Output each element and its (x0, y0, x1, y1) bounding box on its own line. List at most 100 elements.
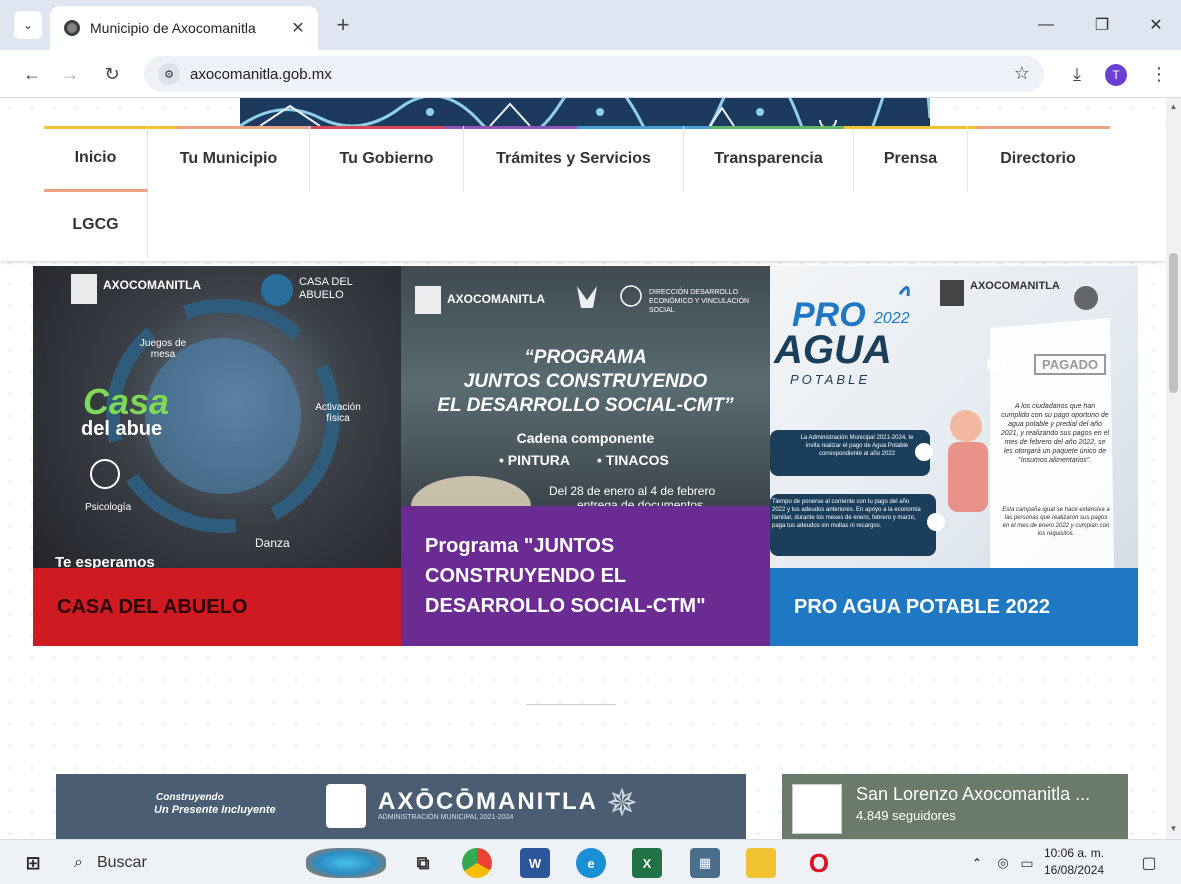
edge-icon[interactable]: e (576, 848, 606, 878)
nav-prensa[interactable]: Prensa (854, 126, 968, 192)
main-navbar: Inicio Tu Municipio Tu Gobierno Trámites… (0, 126, 1166, 261)
download-icon[interactable]: ⤓ (1063, 60, 1091, 88)
bullet-pintura: • PINTURA (499, 452, 571, 468)
poster-department: DIRECCIÓN DESARROLLO ECONÓMICO Y VINCULA… (649, 289, 750, 314)
url-text[interactable]: axocomanitla.gob.mx (190, 66, 332, 83)
close-tab-icon[interactable]: ✕ (288, 18, 308, 38)
kebab-menu-icon[interactable]: ⋮ (1145, 60, 1173, 88)
headline-line-1: “PROGRAMA (524, 347, 647, 368)
file-explorer-icon[interactable] (746, 848, 776, 878)
forward-icon[interactable]: → (56, 60, 84, 88)
nav-directorio[interactable]: Directorio (968, 126, 1108, 192)
card-caption[interactable]: Programa "JUNTOS CONSTRUYENDO EL DESARRO… (401, 506, 770, 646)
facebook-page-plugin[interactable]: San Lorenzo Axocomanitla ... 4.849 segui… (782, 774, 1128, 839)
card-juntos-construyendo[interactable]: AXOCOMANITLA DIRECCIÓN DESARROLLO ECONÓM… (401, 266, 770, 646)
municipal-banner[interactable]: Construyendo Un Presente Incluyente AXŌC… (56, 774, 746, 839)
restore-button[interactable]: ❐ (1082, 10, 1122, 40)
tab-title: Municipio de Axocomanitla (90, 20, 256, 36)
nav-inicio[interactable]: Inicio (44, 126, 148, 192)
word-icon[interactable]: W (520, 848, 550, 878)
headline-line-3: EL DESARROLLO SOCIAL-CMT” (437, 395, 734, 416)
poster-title: Casa (83, 381, 170, 422)
browser-tab[interactable]: Municipio de Axocomanitla ✕ (50, 6, 318, 50)
banner-logo: AXŌCŌMANITLA (378, 788, 598, 815)
profile-avatar[interactable]: T (1105, 64, 1127, 86)
browser-toolbar: ← → ↻ ⚙ axocomanitla.gob.mx ☆ ⤓ T ⋮ (0, 50, 1181, 98)
banner-sub: ADMINISTRACIÓN MUNICIPAL 2021-2024 (378, 814, 514, 821)
nav-tu-gobierno[interactable]: Tu Gobierno (310, 126, 464, 192)
weather-widget-icon[interactable] (306, 848, 386, 878)
system-clock[interactable]: 10:06 a. m. 16/08/2024 (1044, 845, 1104, 879)
bullet-tinacos: • TINACOS (597, 452, 669, 468)
municipal-shield-icon (326, 784, 366, 828)
header-banner (240, 98, 930, 126)
windows-start-icon[interactable]: ⊞ (18, 848, 48, 878)
banner-slogan-2: Un Presente Incluyente (154, 804, 276, 816)
poster-agua: AGUA (774, 328, 892, 372)
card-caption[interactable]: PRO AGUA POTABLE 2022 (770, 568, 1138, 646)
poster-step-3: A los ciudadanos que han cumplido con su… (1000, 403, 1110, 464)
pro-agua-poster: AXOCOMANITLA PRO 2022 AGUA POTABLE PAGAD… (770, 266, 1138, 568)
taskbar-search[interactable]: ⌕ Buscar (60, 846, 290, 880)
bookmark-star-icon[interactable]: ☆ (1014, 63, 1030, 84)
nav-lgcg[interactable]: LGCG (44, 192, 148, 258)
clock-time: 10:06 a. m. (1044, 846, 1105, 860)
reload-icon[interactable]: ↻ (98, 60, 126, 88)
casa-del-abuelo-poster: AXOCOMANITLA CASA DEL ABUELO Casa del ab… (33, 266, 401, 571)
task-view-icon[interactable]: ⧉ (408, 848, 438, 878)
card-caption[interactable]: CASA DEL ABUELO (33, 568, 401, 646)
fb-followers: 4.849 seguidores (856, 808, 956, 823)
nav-tu-municipio[interactable]: Tu Municipio (148, 126, 310, 192)
poster-potable: POTABLE (790, 372, 871, 387)
feature-danza: Danza (255, 536, 290, 550)
poster-badge: CASA DEL ABUELO (299, 276, 353, 301)
clock-date: 16/08/2024 (1044, 863, 1105, 877)
page-avatar[interactable] (792, 784, 842, 834)
tab-strip: ⌄ Municipio de Axocomanitla ✕ + — ❐ ✕ (0, 0, 1181, 50)
section-divider (526, 704, 616, 705)
scroll-down-icon[interactable]: ▼ (1169, 824, 1178, 833)
calculator-icon[interactable]: ▦ (690, 848, 720, 878)
feature-activacion: Activación física (315, 402, 361, 424)
poster-headline: “PROGRAMA JUNTOS CONSTRUYENDO EL DESARRO… (401, 346, 770, 418)
poster-step-2: Tiempo de ponerse al corriente con tu pa… (772, 499, 921, 529)
poster-sub: Cadena componente (516, 430, 655, 446)
feature-psicologia: Psicología (85, 502, 132, 513)
new-tab-button[interactable]: + (330, 12, 356, 38)
page-scrollbar[interactable]: ▲ ▼ (1166, 98, 1181, 839)
windows-taskbar: ⊞ ⌕ Buscar ⧉ W e X ▦ O ⌃ ◎ ▭ 10:06 a. m.… (0, 839, 1181, 884)
poster-dates: Del 28 de enero al 4 de febrero (549, 484, 716, 498)
news-carousel: AXOCOMANITLA CASA DEL ABUELO Casa del ab… (33, 266, 1138, 646)
poster-logo: AXOCOMANITLA (970, 280, 1060, 292)
network-icon[interactable]: ▭ (1012, 848, 1042, 878)
address-bar[interactable]: ⚙ axocomanitla.gob.mx ☆ (144, 56, 1044, 92)
search-placeholder: Buscar (96, 854, 147, 871)
poster-logo: AXOCOMANITLA (447, 292, 545, 306)
opera-icon[interactable]: O (804, 848, 834, 878)
search-icon: ⌕ (74, 854, 83, 871)
poster-note: Esta campaña igual se hace extensiva a l… (1002, 507, 1110, 537)
card-pro-agua-potable[interactable]: AXOCOMANITLA PRO 2022 AGUA POTABLE PAGAD… (770, 266, 1138, 646)
nav-tramites-servicios[interactable]: Trámites y Servicios (464, 126, 684, 192)
fb-page-name[interactable]: San Lorenzo Axocomanitla ... (856, 784, 1090, 805)
close-window-button[interactable]: ✕ (1136, 10, 1176, 40)
back-icon[interactable]: ← (18, 60, 46, 88)
site-info-icon[interactable]: ⚙ (158, 63, 180, 85)
chrome-icon[interactable] (462, 848, 492, 878)
police-badge-icon: ✵ (606, 783, 638, 825)
card-casa-del-abuelo[interactable]: AXOCOMANITLA CASA DEL ABUELO Casa del ab… (33, 266, 401, 646)
scroll-up-icon[interactable]: ▲ (1169, 102, 1178, 111)
feature-juegos: Juegos de mesa (139, 338, 187, 360)
excel-icon[interactable]: X (632, 848, 662, 878)
page-viewport: Inicio Tu Municipio Tu Gobierno Trámites… (0, 98, 1166, 839)
minimize-button[interactable]: — (1026, 10, 1066, 40)
paid-stamp: PAGADO (1034, 354, 1107, 375)
poster-logo: AXOCOMANITLA (103, 278, 201, 292)
nav-transparencia[interactable]: Transparencia (684, 126, 854, 192)
banner-slogan-1: Construyendo (156, 792, 224, 803)
poster-year: 2022 (874, 310, 910, 327)
globe-icon (64, 20, 80, 36)
tab-search-chevron-icon[interactable]: ⌄ (14, 11, 42, 39)
scroll-thumb[interactable] (1169, 253, 1178, 393)
notifications-icon[interactable]: ▢ (1134, 848, 1164, 878)
